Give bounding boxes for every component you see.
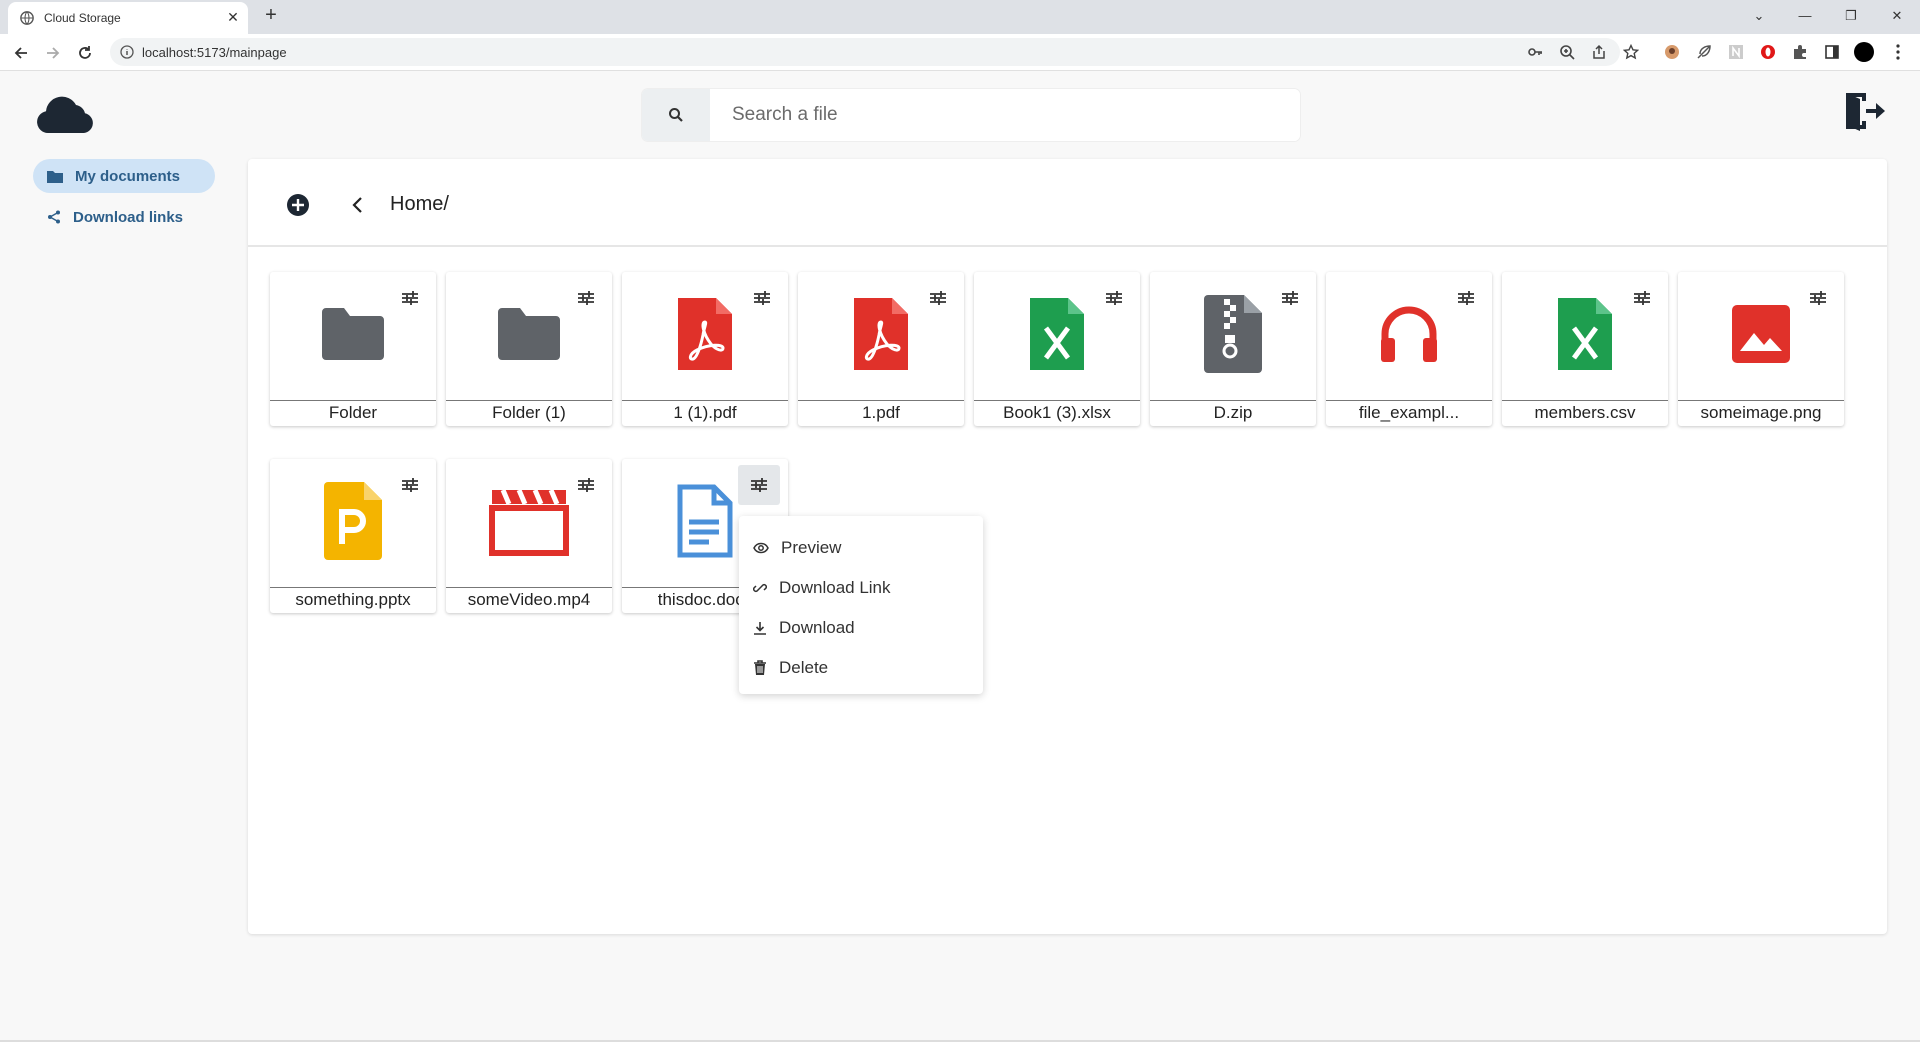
extension-avatar-icon[interactable] bbox=[1662, 42, 1682, 62]
globe-icon bbox=[20, 11, 34, 25]
search-bar bbox=[642, 89, 1300, 141]
browser-toolbar: localhost:5173/mainpage bbox=[0, 34, 1920, 71]
browser-tab[interactable]: Cloud Storage ✕ bbox=[8, 2, 248, 34]
extension-tile-icon[interactable] bbox=[1726, 42, 1746, 62]
extension-feather-icon[interactable] bbox=[1694, 42, 1714, 62]
tune-icon[interactable] bbox=[750, 286, 774, 310]
reload-icon[interactable] bbox=[74, 42, 96, 64]
kebab-menu-icon[interactable] bbox=[1888, 42, 1908, 62]
file-name: Folder (1) bbox=[446, 400, 612, 426]
add-circle-icon[interactable] bbox=[286, 193, 310, 217]
opera-icon[interactable] bbox=[1758, 42, 1778, 62]
logout-icon[interactable] bbox=[1842, 89, 1886, 133]
file-card[interactable]: members.csv bbox=[1502, 272, 1668, 426]
file-card[interactable]: Folder (1) bbox=[446, 272, 612, 426]
menu-item-download-link[interactable]: Download Link bbox=[739, 568, 983, 608]
file-card[interactable]: 1 (1).pdf bbox=[622, 272, 788, 426]
tune-icon[interactable] bbox=[1630, 286, 1654, 310]
menu-item-delete[interactable]: Delete bbox=[739, 648, 983, 688]
key-icon[interactable] bbox=[1526, 43, 1544, 61]
close-tab-icon[interactable]: ✕ bbox=[224, 8, 242, 26]
menu-item-label: Delete bbox=[779, 658, 829, 677]
file-name: members.csv bbox=[1502, 400, 1668, 426]
file-name: D.zip bbox=[1150, 400, 1316, 426]
tune-icon[interactable] bbox=[398, 473, 422, 497]
sidebar-item-my-documents[interactable]: My documents bbox=[33, 159, 215, 193]
file-context-menu: Preview Download Link Download Delete bbox=[739, 516, 983, 694]
menu-item-label: Preview bbox=[781, 538, 842, 557]
tune-icon[interactable] bbox=[574, 286, 598, 310]
back-arrow-icon[interactable] bbox=[10, 42, 32, 64]
tune-icon[interactable] bbox=[574, 473, 598, 497]
chevron-left-icon[interactable] bbox=[348, 195, 368, 215]
tune-icon[interactable] bbox=[738, 465, 780, 505]
file-card[interactable]: someimage.png bbox=[1678, 272, 1844, 426]
trash-icon bbox=[754, 660, 766, 675]
tab-search-icon[interactable]: ⌄ bbox=[1748, 6, 1770, 26]
info-icon[interactable] bbox=[120, 45, 134, 59]
tune-icon[interactable] bbox=[398, 286, 422, 310]
file-name: someVideo.mp4 bbox=[446, 587, 612, 613]
eye-icon bbox=[753, 542, 769, 554]
share-icon bbox=[48, 210, 60, 224]
file-browser-panel: Home/ Folder Folder (1) 1 (1).pdf 1.pdf … bbox=[248, 159, 1887, 934]
menu-item-label: Download bbox=[779, 618, 855, 637]
sidebar-item-label: Download links bbox=[73, 208, 184, 226]
file-name: 1.pdf bbox=[798, 400, 964, 426]
side-panel-icon[interactable] bbox=[1822, 42, 1842, 62]
search-icon bbox=[669, 108, 683, 122]
download-icon bbox=[754, 622, 766, 635]
tab-title: Cloud Storage bbox=[44, 11, 121, 25]
app-root: My documents Download links Home/ Folder… bbox=[0, 71, 1920, 1042]
file-name: someimage.png bbox=[1678, 400, 1844, 426]
search-button[interactable] bbox=[642, 89, 710, 141]
puzzle-icon[interactable] bbox=[1790, 42, 1810, 62]
profile-avatar-icon[interactable] bbox=[1854, 42, 1874, 62]
share-page-icon[interactable] bbox=[1590, 43, 1608, 61]
menu-item-label: Download Link bbox=[779, 578, 891, 597]
sidebar-item-label: My documents bbox=[75, 167, 181, 185]
browser-tab-bar: Cloud Storage ✕ + ⌄ — ❐ ✕ bbox=[0, 0, 1920, 34]
forward-arrow-icon[interactable] bbox=[42, 42, 64, 64]
file-card[interactable]: something.pptx bbox=[270, 459, 436, 613]
file-card[interactable]: 1.pdf bbox=[798, 272, 964, 426]
file-card[interactable]: D.zip bbox=[1150, 272, 1316, 426]
cloud-logo-icon[interactable] bbox=[36, 95, 96, 135]
minimize-icon[interactable]: — bbox=[1794, 6, 1816, 26]
file-name: Folder bbox=[270, 400, 436, 426]
restore-icon[interactable]: ❐ bbox=[1840, 6, 1862, 26]
tune-icon[interactable] bbox=[1806, 286, 1830, 310]
file-card[interactable]: someVideo.mp4 bbox=[446, 459, 612, 613]
address-bar[interactable]: localhost:5173/mainpage bbox=[110, 38, 1639, 66]
search-input[interactable] bbox=[710, 89, 1300, 141]
file-name: something.pptx bbox=[270, 587, 436, 613]
file-card[interactable]: file_exampl... bbox=[1326, 272, 1492, 426]
new-tab-button[interactable]: + bbox=[260, 5, 282, 27]
breadcrumb[interactable]: Home/ bbox=[390, 193, 449, 216]
file-name: Book1 (3).xlsx bbox=[974, 400, 1140, 426]
menu-item-download[interactable]: Download bbox=[739, 608, 983, 648]
link-icon bbox=[753, 583, 767, 593]
close-window-icon[interactable]: ✕ bbox=[1886, 6, 1908, 26]
folder-icon bbox=[47, 170, 63, 183]
file-card[interactable]: Book1 (3).xlsx bbox=[974, 272, 1140, 426]
url-text[interactable]: localhost:5173/mainpage bbox=[142, 45, 287, 60]
tune-icon[interactable] bbox=[1102, 286, 1126, 310]
tune-icon[interactable] bbox=[1454, 286, 1478, 310]
bookmark-star-icon[interactable] bbox=[1622, 43, 1640, 61]
file-name: file_exampl... bbox=[1326, 400, 1492, 426]
panel-header: Home/ bbox=[248, 159, 1887, 247]
file-card[interactable]: Folder bbox=[270, 272, 436, 426]
menu-item-preview[interactable]: Preview bbox=[739, 528, 983, 568]
tune-icon[interactable] bbox=[1278, 286, 1302, 310]
zoom-icon[interactable] bbox=[1558, 43, 1576, 61]
sidebar-item-download-links[interactable]: Download links bbox=[33, 200, 215, 234]
file-name: 1 (1).pdf bbox=[622, 400, 788, 426]
tune-icon[interactable] bbox=[926, 286, 950, 310]
